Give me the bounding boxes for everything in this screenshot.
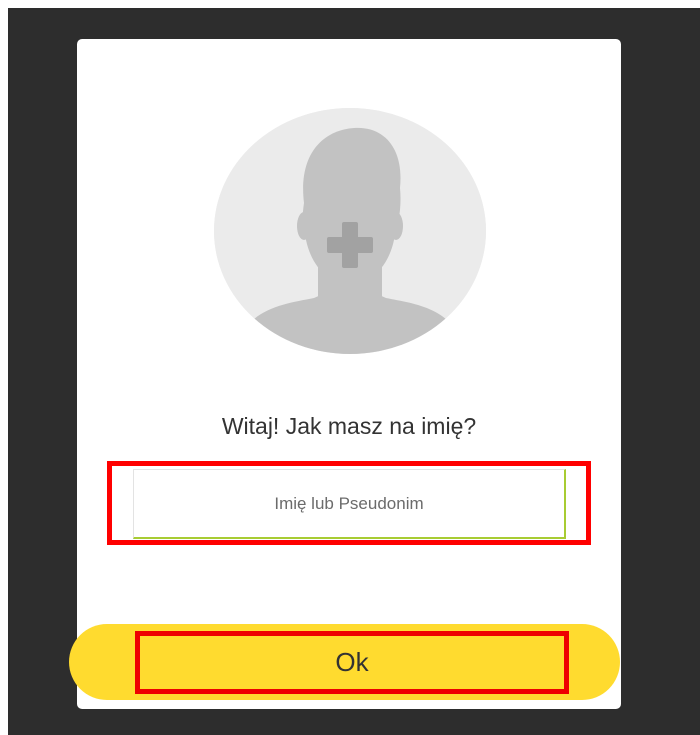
greeting-heading: Witaj! Jak masz na imię? (221, 413, 477, 439)
name-dialog: Witaj! Jak masz na imię? (77, 39, 621, 709)
add-profile-photo-icon (214, 108, 486, 354)
ok-button[interactable]: Ok (69, 624, 620, 700)
ok-button-label: Ok (135, 631, 569, 694)
name-field-highlight (107, 461, 591, 545)
name-input[interactable] (133, 469, 566, 539)
add-profile-photo-button[interactable] (214, 108, 486, 354)
